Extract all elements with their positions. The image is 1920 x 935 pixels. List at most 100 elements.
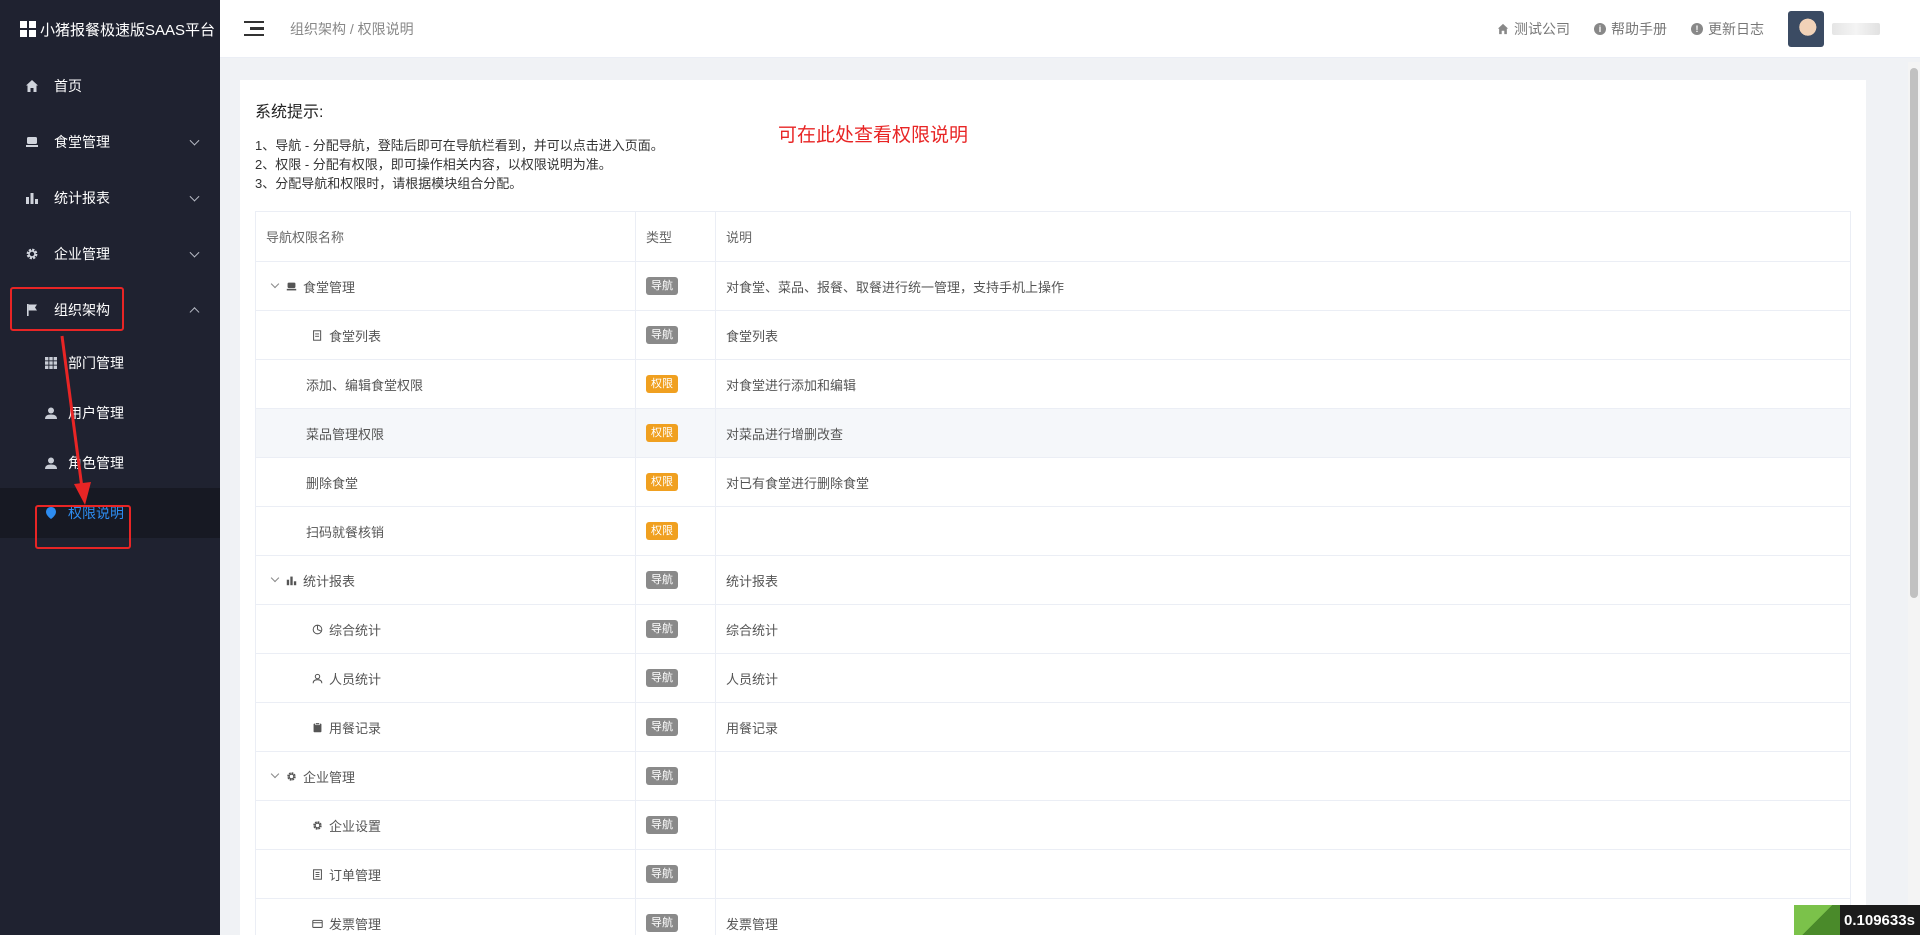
row-name: 食堂列表 bbox=[329, 328, 382, 344]
row-desc: 对食堂进行添加和编辑 bbox=[715, 359, 1851, 409]
type-badge: 导航 bbox=[646, 767, 678, 785]
collapse-toggle-icon[interactable] bbox=[266, 769, 284, 779]
row-desc bbox=[715, 506, 1851, 556]
collapse-toggle-icon[interactable] bbox=[266, 279, 284, 289]
row-name: 企业管理 bbox=[303, 769, 356, 785]
bar-chart-icon bbox=[284, 573, 298, 587]
sidebar: 小猪报餐极速版SAAS平台 首页 食堂管理 统计报表 企业管理 组织架构 部门管… bbox=[0, 0, 220, 935]
changelog-label: 更新日志 bbox=[1708, 20, 1764, 37]
row-name: 扫码就餐核销 bbox=[306, 524, 385, 540]
type-badge: 导航 bbox=[646, 669, 678, 687]
type-badge: 导航 bbox=[646, 816, 678, 834]
annotation-arrow bbox=[60, 335, 91, 505]
row-name: 用餐记录 bbox=[329, 720, 382, 736]
help-manual-label: 帮助手册 bbox=[1611, 20, 1667, 37]
row-name: 企业设置 bbox=[329, 818, 382, 834]
type-badge: 权限 bbox=[646, 375, 678, 393]
row-desc bbox=[715, 800, 1851, 850]
column-header-type: 类型 bbox=[635, 211, 716, 262]
row-name: 删除食堂 bbox=[306, 475, 359, 491]
row-desc: 发票管理 bbox=[715, 898, 1851, 935]
table-row[interactable]: 人员统计 导航 人员统计 bbox=[255, 653, 1851, 703]
table-row[interactable]: 扫码就餐核销 权限 bbox=[255, 506, 1851, 556]
row-desc: 对食堂、菜品、报餐、取餐进行统一管理，支持手机上操作 bbox=[715, 261, 1851, 311]
row-desc bbox=[715, 751, 1851, 801]
table-row[interactable]: 发票管理 导航 发票管理 bbox=[255, 898, 1851, 935]
system-tip-line: 3、分配导航和权限时，请根据模块组合分配。 bbox=[255, 176, 523, 191]
collapse-toggle-icon[interactable] bbox=[266, 573, 284, 583]
table-row[interactable]: 综合统计 导航 综合统计 bbox=[255, 604, 1851, 654]
row-desc: 综合统计 bbox=[715, 604, 1851, 654]
table-row[interactable]: 统计报表 导航 统计报表 bbox=[255, 555, 1851, 605]
type-badge: 权限 bbox=[646, 424, 678, 442]
system-tip-title: 系统提示: bbox=[255, 104, 324, 121]
gear-icon bbox=[284, 769, 298, 783]
row-name: 食堂管理 bbox=[303, 279, 356, 295]
help-manual-link[interactable]: i 帮助手册 bbox=[1594, 19, 1667, 39]
row-name: 发票管理 bbox=[329, 916, 382, 932]
row-name: 添加、编辑食堂权限 bbox=[306, 377, 424, 393]
row-name: 综合统计 bbox=[329, 622, 382, 638]
row-desc bbox=[715, 849, 1851, 899]
company-link-label: 测试公司 bbox=[1514, 20, 1570, 37]
info-icon: i bbox=[1594, 22, 1606, 35]
column-header-name: 导航权限名称 bbox=[255, 211, 636, 262]
type-badge: 导航 bbox=[646, 718, 678, 736]
home-icon bbox=[1497, 23, 1509, 35]
invoice-icon bbox=[310, 916, 324, 930]
table-row[interactable]: 食堂管理 导航 对食堂、菜品、报餐、取餐进行统一管理，支持手机上操作 bbox=[255, 261, 1851, 311]
gear-icon bbox=[310, 818, 324, 832]
timer-logo-icon bbox=[1794, 905, 1840, 935]
order-list-icon bbox=[310, 867, 324, 881]
row-name: 统计报表 bbox=[303, 573, 356, 589]
user-outline-icon bbox=[310, 671, 324, 685]
row-desc: 食堂列表 bbox=[715, 310, 1851, 360]
type-badge: 导航 bbox=[646, 914, 678, 932]
table-row[interactable]: 添加、编辑食堂权限 权限 对食堂进行添加和编辑 bbox=[255, 359, 1851, 409]
table-row[interactable]: 食堂列表 导航 食堂列表 bbox=[255, 310, 1851, 360]
alert-icon: ! bbox=[1691, 22, 1703, 35]
table-row[interactable]: 菜品管理权限 权限 对菜品进行增删改查 bbox=[255, 408, 1851, 458]
document-list-icon bbox=[310, 328, 324, 342]
system-tip-line: 1、导航 - 分配导航，登陆后即可在导航栏看到，并可以点击进入页面。 bbox=[255, 138, 664, 153]
permission-table: 导航权限名称 类型 说明 食堂管理 导航 对食堂、菜品、报餐、取餐进行统一管理，… bbox=[255, 211, 1851, 935]
type-badge: 导航 bbox=[646, 620, 678, 638]
company-link[interactable]: 测试公司 bbox=[1497, 19, 1570, 39]
avatar[interactable] bbox=[1788, 10, 1824, 47]
menu-toggle-icon[interactable] bbox=[244, 20, 264, 37]
changelog-link[interactable]: ! 更新日志 bbox=[1691, 19, 1764, 39]
table-row[interactable]: 订单管理 导航 bbox=[255, 849, 1851, 899]
table-row[interactable]: 删除食堂 权限 对已有食堂进行删除食堂 bbox=[255, 457, 1851, 507]
annotation-text: 可在此处查看权限说明 bbox=[778, 125, 969, 146]
row-name: 订单管理 bbox=[329, 867, 382, 883]
table-header-row: 导航权限名称 类型 说明 bbox=[255, 211, 1851, 262]
scrollbar-thumb[interactable] bbox=[1910, 68, 1918, 598]
row-name: 菜品管理权限 bbox=[306, 426, 385, 442]
row-name: 人员统计 bbox=[329, 671, 382, 687]
main-content: 系统提示: 1、导航 - 分配导航，登陆后即可在导航栏看到，并可以点击进入页面。… bbox=[240, 80, 1866, 935]
type-badge: 导航 bbox=[646, 865, 678, 883]
type-badge: 导航 bbox=[646, 326, 678, 344]
table-row[interactable]: 企业设置 导航 bbox=[255, 800, 1851, 850]
row-desc: 对已有食堂进行删除食堂 bbox=[715, 457, 1851, 507]
timer-value: 0.109633s bbox=[1844, 911, 1915, 929]
table-row[interactable]: 用餐记录 导航 用餐记录 bbox=[255, 702, 1851, 752]
page-scrollbar[interactable] bbox=[1908, 62, 1920, 935]
breadcrumb: 组织架构 / 权限说明 bbox=[290, 20, 414, 37]
type-badge: 导航 bbox=[646, 277, 678, 295]
type-badge: 权限 bbox=[646, 473, 678, 491]
row-desc: 统计报表 bbox=[715, 555, 1851, 605]
canteen-icon bbox=[284, 279, 298, 293]
top-header: 组织架构 / 权限说明 测试公司 i 帮助手册 ! 更新日志 bbox=[220, 0, 1920, 58]
row-desc: 对菜品进行增删改查 bbox=[715, 408, 1851, 458]
row-desc: 用餐记录 bbox=[715, 702, 1851, 752]
clipboard-icon bbox=[310, 720, 324, 734]
load-timer: 0.109633s bbox=[1794, 905, 1920, 935]
system-tip-line: 2、权限 - 分配有权限，即可操作相关内容，以权限说明为准。 bbox=[255, 157, 612, 172]
table-row[interactable]: 企业管理 导航 bbox=[255, 751, 1851, 801]
user-name-blurred[interactable] bbox=[1832, 22, 1880, 35]
type-badge: 权限 bbox=[646, 522, 678, 540]
header-actions: 测试公司 i 帮助手册 ! 更新日志 bbox=[1473, 10, 1920, 47]
type-badge: 导航 bbox=[646, 571, 678, 589]
column-header-desc: 说明 bbox=[715, 211, 1851, 262]
